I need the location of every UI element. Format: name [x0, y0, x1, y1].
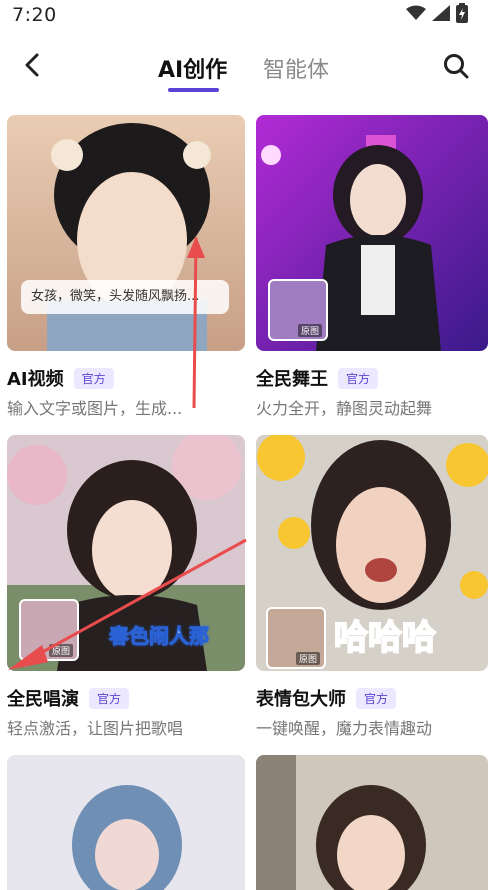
mini-label: 原图 — [295, 652, 320, 665]
card-title: 全民舞王 — [256, 369, 328, 390]
official-badge: 官方 — [356, 687, 397, 709]
card-thumbnail: 原图 哈哈哈 — [256, 435, 488, 671]
official-badge: 官方 — [338, 367, 379, 389]
card-description: 一键唤醒，魔力表情趣动 — [256, 719, 433, 738]
card-dance-king[interactable]: 原图 全民舞王 官方 火力全开，静图灵动起舞 — [256, 115, 488, 418]
card-ai-video[interactable]: 女孩，微笑，头发随风飘扬... AI视频 官方 输入文字或图片，生成... — [7, 115, 245, 418]
wifi-icon — [406, 5, 426, 20]
tab-ai-creation[interactable]: AI创作 — [158, 52, 227, 84]
card-thumbnail: 女孩，微笑，头发随风飘扬... — [7, 115, 245, 351]
battery-charging-icon — [456, 3, 468, 23]
source-image-thumbnail: 原图 — [266, 607, 326, 669]
emoji-text-overlay: 哈哈哈 — [333, 617, 437, 659]
status-icons — [406, 3, 468, 23]
status-time: 7:20 — [12, 4, 57, 26]
active-tab-indicator — [168, 88, 219, 92]
card-partial-left[interactable] — [7, 755, 245, 890]
card-emoji-master[interactable]: 原图 哈哈哈 表情包大师 官方 一键唤醒，魔力表情趣动 — [256, 435, 488, 738]
chevron-left-icon[interactable] — [18, 50, 48, 80]
mini-label: 原图 — [48, 644, 73, 657]
card-thumbnail: 原图 春色闹人那 — [7, 435, 245, 671]
card-title: AI视频 — [7, 369, 64, 390]
card-description: 轻点激活，让图片把歌唱 — [7, 719, 184, 738]
tab-agents[interactable]: 智能体 — [263, 52, 329, 84]
official-badge: 官方 — [89, 687, 130, 709]
status-bar: 7:20 — [0, 0, 488, 30]
prompt-caption: 女孩，微笑，头发随风飘扬... — [21, 280, 229, 314]
card-thumbnail: 原图 — [256, 115, 488, 351]
card-description: 输入文字或图片，生成... — [7, 399, 183, 418]
card-partial-right[interactable] — [256, 755, 488, 890]
source-image-thumbnail: 原图 — [268, 279, 328, 341]
lyric-overlay: 春色闹人那 — [109, 624, 210, 649]
cellular-signal-icon — [432, 5, 450, 21]
card-thumbnail — [256, 755, 488, 890]
card-sing[interactable]: 原图 春色闹人那 全民唱演 官方 轻点激活，让图片把歌唱 — [7, 435, 245, 738]
official-badge: 官方 — [73, 367, 114, 389]
card-title: 全民唱演 — [7, 689, 79, 710]
search-icon[interactable] — [442, 52, 470, 80]
card-description: 火力全开，静图灵动起舞 — [256, 399, 433, 418]
card-thumbnail — [7, 755, 245, 890]
source-image-thumbnail: 原图 — [19, 599, 79, 661]
card-title: 表情包大师 — [256, 689, 346, 710]
top-nav: AI创作 智能体 — [0, 42, 488, 98]
mini-label: 原图 — [297, 324, 322, 337]
